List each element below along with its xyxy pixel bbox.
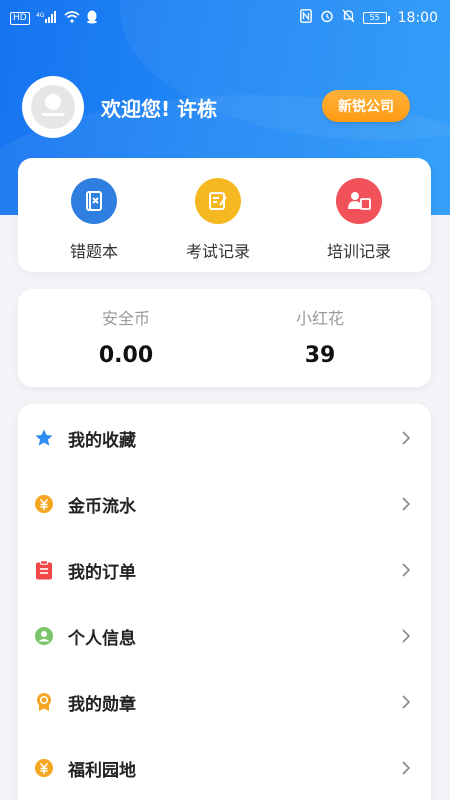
stat-label: 安全币 bbox=[101, 309, 150, 328]
chevron-right-icon bbox=[402, 695, 411, 709]
star-icon bbox=[34, 428, 54, 448]
chevron-right-icon bbox=[402, 629, 411, 643]
chevron-right-icon bbox=[402, 431, 411, 445]
battery-level: 55 bbox=[362, 12, 387, 24]
nfc-icon bbox=[299, 9, 312, 27]
mute-icon bbox=[342, 9, 355, 27]
quick-action-label: 错题本 bbox=[69, 242, 118, 261]
alarm-icon bbox=[320, 9, 334, 27]
user-icon bbox=[34, 626, 54, 646]
menu-item-personal-info[interactable]: 个人信息 bbox=[18, 603, 431, 669]
quick-action-training-record[interactable]: 培训记录 bbox=[299, 178, 419, 262]
stats-card: 安全币 0.00 小红花 39 bbox=[18, 289, 431, 387]
hd-badge: HD bbox=[10, 12, 30, 25]
menu-item-coin-flow[interactable]: 金币流水 bbox=[18, 471, 431, 537]
quick-action-wrong-book[interactable]: 错题本 bbox=[34, 178, 154, 262]
training-record-icon bbox=[336, 178, 382, 224]
status-right: 55 18:00 bbox=[299, 9, 438, 27]
exam-record-icon bbox=[195, 178, 241, 224]
menu-item-label: 我的勋章 bbox=[68, 694, 136, 715]
battery-icon: 55 bbox=[362, 12, 390, 24]
avatar[interactable] bbox=[22, 76, 84, 138]
menu-item-orders[interactable]: 我的订单 bbox=[18, 537, 431, 603]
status-bar: HD 4G 55 18:00 bbox=[0, 0, 450, 36]
order-icon bbox=[34, 560, 54, 580]
quick-actions-card: 错题本 考试记录 培训记录 bbox=[18, 158, 431, 272]
wrong-book-icon bbox=[71, 178, 117, 224]
stat-value: 0.00 bbox=[98, 343, 154, 368]
stat-safety-coin[interactable]: 安全币 0.00 bbox=[51, 305, 201, 368]
chevron-right-icon bbox=[402, 497, 411, 511]
stat-label: 小红花 bbox=[295, 309, 344, 328]
chevron-right-icon bbox=[402, 563, 411, 577]
welfare-icon bbox=[34, 758, 54, 778]
network-label: 4G bbox=[36, 12, 45, 19]
stat-red-flower[interactable]: 小红花 39 bbox=[245, 305, 395, 368]
stat-value: 39 bbox=[304, 343, 336, 368]
menu-item-label: 我的收藏 bbox=[68, 430, 136, 451]
clock: 18:00 bbox=[397, 10, 438, 26]
medal-icon bbox=[34, 692, 54, 712]
wifi-icon bbox=[64, 11, 80, 26]
quick-action-exam-record[interactable]: 考试记录 bbox=[158, 178, 278, 262]
menu-item-label: 金币流水 bbox=[68, 496, 136, 517]
quick-action-label: 考试记录 bbox=[185, 242, 250, 261]
menu-item-label: 福利园地 bbox=[68, 760, 136, 781]
menu-item-medals[interactable]: 我的勋章 bbox=[18, 669, 431, 735]
menu-item-welfare[interactable]: 福利园地 bbox=[18, 735, 431, 800]
default-avatar-icon bbox=[31, 85, 75, 129]
menu-item-label: 我的订单 bbox=[68, 562, 136, 583]
chevron-right-icon bbox=[402, 761, 411, 775]
signal-icon: 4G bbox=[36, 11, 58, 26]
greeting-text: 欢迎您! 许栋 bbox=[101, 97, 218, 121]
coin-icon bbox=[34, 494, 54, 514]
qq-icon bbox=[86, 10, 98, 27]
status-left: HD 4G bbox=[10, 10, 98, 27]
menu-item-label: 个人信息 bbox=[68, 628, 136, 649]
quick-action-label: 培训记录 bbox=[326, 242, 391, 261]
company-button[interactable]: 新锐公司 bbox=[322, 90, 410, 122]
menu-card: 我的收藏 金币流水 我的订单 个人信息 我的勋章 福利园地 bbox=[18, 404, 431, 800]
menu-item-favorites[interactable]: 我的收藏 bbox=[18, 405, 431, 471]
